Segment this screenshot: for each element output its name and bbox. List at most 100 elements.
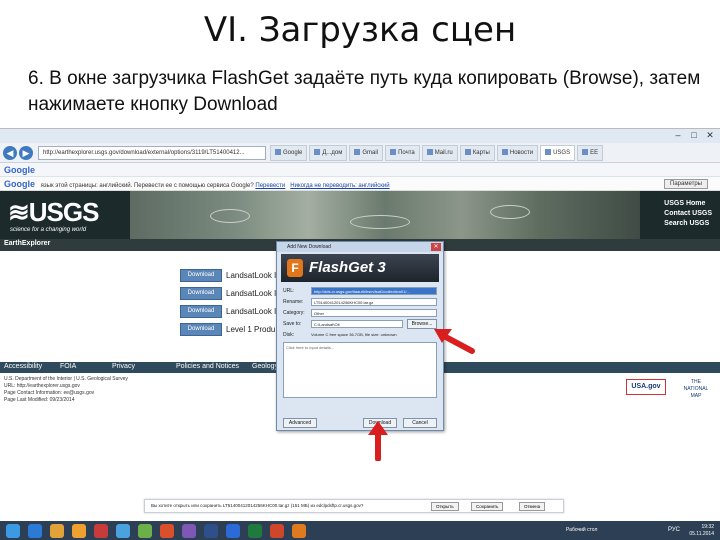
earthexplorer-label[interactable]: EarthExplorer bbox=[4, 240, 50, 247]
close-icon[interactable]: ✕ bbox=[431, 243, 441, 251]
ie-icon[interactable] bbox=[28, 524, 42, 538]
product-label: LandsatLook I bbox=[226, 307, 277, 316]
word-icon[interactable] bbox=[226, 524, 240, 538]
footer-link-geology[interactable]: Geology bbox=[252, 363, 278, 370]
clock-time: 19:32 bbox=[701, 524, 714, 530]
footer-link-foia[interactable]: FOIA bbox=[60, 363, 76, 370]
firefox-icon[interactable] bbox=[72, 524, 86, 538]
footer-link-privacy[interactable]: Privacy bbox=[112, 363, 135, 370]
product-label: LandsatLook I bbox=[226, 289, 277, 298]
url-label: URL: bbox=[283, 288, 295, 294]
category-label: Category: bbox=[283, 310, 305, 316]
opera-icon[interactable] bbox=[94, 524, 108, 538]
tab-icon bbox=[275, 149, 281, 156]
red-arrow-icon bbox=[368, 421, 388, 461]
tab-google[interactable]: Google bbox=[270, 145, 308, 161]
national-map-logo[interactable]: THE NATIONAL MAP bbox=[682, 379, 710, 399]
favorites-bar: Google bbox=[0, 163, 720, 177]
flashget-banner: F FlashGet 3 bbox=[281, 254, 439, 282]
flashget-logo-icon: F bbox=[287, 259, 303, 277]
forward-icon[interactable]: ▶ bbox=[19, 146, 33, 160]
start-icon[interactable] bbox=[6, 524, 20, 538]
footer-line: URL: http://earthexplorer.usgs.gov bbox=[4, 383, 80, 389]
tab-icon bbox=[354, 149, 361, 156]
footer-line: Page Contact Information: ee@usgs.gov bbox=[4, 390, 95, 396]
flashget-product-name: FlashGet 3 bbox=[309, 259, 386, 276]
tab-news[interactable]: Новости bbox=[496, 145, 539, 161]
description-field[interactable]: Click here to input details... bbox=[283, 342, 437, 398]
aerial-feature bbox=[210, 209, 250, 223]
app-icon[interactable] bbox=[182, 524, 196, 538]
never-translate-link[interactable]: Никогда не переводить: английский bbox=[290, 183, 389, 189]
advanced-button[interactable]: Advanced bbox=[283, 418, 317, 428]
tab-maps[interactable]: Карты bbox=[459, 145, 495, 161]
download-button[interactable]: Download bbox=[180, 287, 222, 300]
list-item: Download LandsatLook I bbox=[180, 287, 290, 301]
close-icon[interactable]: ✕ bbox=[704, 130, 716, 140]
footer-link-accessibility[interactable]: Accessibility bbox=[4, 363, 42, 370]
slide-title: VI. Загрузка сцен bbox=[203, 10, 517, 50]
product-label: Level 1 Produ bbox=[226, 325, 276, 334]
clock-date: 05.11.2014 bbox=[689, 531, 714, 537]
usgs-header: ≋USGS science for a changing world USGS … bbox=[0, 191, 720, 239]
search-usgs-link[interactable]: Search USGS bbox=[664, 219, 712, 229]
powerpoint-icon[interactable] bbox=[270, 524, 284, 538]
tab-icon bbox=[464, 149, 471, 156]
footer-info: U.S. Department of the Interior | U.S. G… bbox=[4, 376, 128, 404]
dialog-title: Add New Download bbox=[277, 242, 443, 252]
app-icon[interactable] bbox=[160, 524, 174, 538]
app-icon[interactable] bbox=[116, 524, 130, 538]
language-indicator[interactable]: РУС bbox=[668, 527, 680, 533]
app-icon[interactable] bbox=[138, 524, 152, 538]
save-to-field[interactable]: C:\Landsat\Olt bbox=[311, 320, 403, 328]
save-button[interactable]: Сохранить bbox=[471, 502, 504, 511]
rename-label: Rename: bbox=[283, 299, 304, 305]
window-titlebar: – □ ✕ bbox=[0, 129, 720, 143]
explorer-icon[interactable] bbox=[50, 524, 64, 538]
photoshop-icon[interactable] bbox=[204, 524, 218, 538]
tab-mailru[interactable]: Mail.ru bbox=[421, 145, 458, 161]
google-search-label[interactable]: Google bbox=[4, 165, 35, 175]
tab-mail[interactable]: Почта bbox=[385, 145, 420, 161]
desktop-label[interactable]: Рабочий стол bbox=[566, 527, 597, 533]
save-to-label: Save to: bbox=[283, 321, 302, 327]
clock[interactable]: 19:32 05.11.2014 bbox=[689, 524, 714, 538]
translate-options-button[interactable]: Параметры bbox=[664, 179, 708, 189]
url-field[interactable]: http://dds.cr.usgs.gov/ltaauth/hsm/lsat1… bbox=[311, 287, 437, 295]
red-arrow-icon bbox=[434, 329, 475, 354]
tab-home[interactable]: Д...дом bbox=[309, 145, 348, 161]
download-button[interactable]: Download bbox=[180, 269, 222, 282]
usgs-logo[interactable]: ≋USGS bbox=[8, 197, 99, 228]
usgs-home-link[interactable]: USGS Home bbox=[664, 199, 712, 209]
list-item: Download LandsatLook I bbox=[180, 269, 290, 283]
url-input[interactable]: http://earthexplorer.usgs.gov/download/e… bbox=[38, 146, 266, 160]
contact-usgs-link[interactable]: Contact USGS bbox=[664, 209, 712, 219]
flashget-dialog: Add New Download ✕ F FlashGet 3 URL: htt… bbox=[276, 241, 444, 431]
flashget-icon[interactable] bbox=[292, 524, 306, 538]
address-bar: ◀ ▶ http://earthexplorer.usgs.gov/downlo… bbox=[0, 143, 720, 163]
minimize-icon[interactable]: – bbox=[672, 130, 684, 140]
tab-usgs[interactable]: USGS bbox=[540, 145, 576, 161]
translate-link[interactable]: Перевести bbox=[255, 183, 285, 189]
tab-icon bbox=[501, 149, 508, 156]
open-button[interactable]: Открыть bbox=[431, 502, 459, 511]
tab-ee[interactable]: EE bbox=[577, 145, 604, 161]
google-logo: Google bbox=[4, 179, 35, 189]
download-prompt: Вы хотите открыть или сохранить LT514004… bbox=[151, 503, 364, 508]
tab-gmail[interactable]: Gmail bbox=[349, 145, 384, 161]
cancel-download-button[interactable]: Отмена bbox=[519, 502, 546, 511]
download-button[interactable]: Download bbox=[180, 305, 222, 318]
translate-prompt: язык этой страницы: английский. Перевест… bbox=[40, 183, 254, 189]
maximize-icon[interactable]: □ bbox=[688, 130, 700, 140]
cancel-button[interactable]: Cancel bbox=[403, 418, 437, 428]
tab-icon bbox=[545, 149, 552, 156]
windows-taskbar: Рабочий стол РУС 19:32 05.11.2014 bbox=[0, 521, 720, 540]
back-icon[interactable]: ◀ bbox=[3, 146, 17, 160]
rename-field[interactable]: LT51400412014256KHC00.tar.gz bbox=[311, 298, 437, 306]
footer-link-policies[interactable]: Policies and Notices bbox=[176, 363, 239, 370]
tab-icon bbox=[582, 149, 589, 156]
category-select[interactable]: Other bbox=[311, 309, 437, 317]
usa-gov-logo[interactable]: USA.gov bbox=[626, 379, 666, 395]
download-button[interactable]: Download bbox=[180, 323, 222, 336]
excel-icon[interactable] bbox=[248, 524, 262, 538]
